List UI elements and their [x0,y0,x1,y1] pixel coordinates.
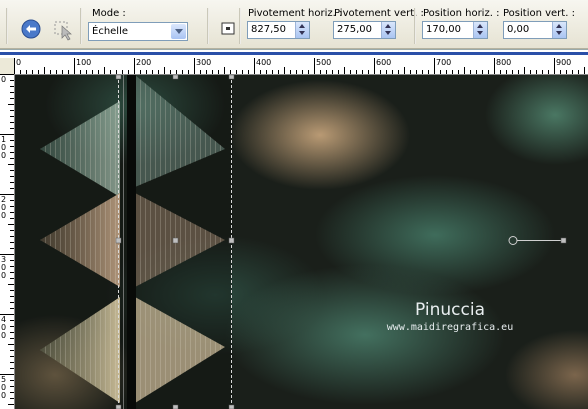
image-canvas[interactable]: Pinuccia www.maidiregrafica.eu [15,75,588,409]
ruler-v-label: 4 0 0 [1,315,7,340]
chevron-down-icon[interactable] [171,24,186,39]
ruler-h-label: 500 [316,58,332,67]
ruler-v-label: 2 0 0 [1,195,7,220]
mode-label: Mode : [92,8,126,19]
pivot-horiz-field[interactable]: 827,50 [247,21,310,39]
watermark-name: Pinuccia [415,300,485,320]
ruler-v-label: 1 0 0 [1,135,7,160]
watermark-url: www.maidiregrafica.eu [386,322,514,333]
toolbar-separator [207,8,209,44]
spinner-arrows-icon[interactable] [295,22,309,38]
position-horiz-value: 170,00 [426,24,461,35]
ruler-h-label: 0 [16,58,22,67]
position-vert-label: Position vert. : [503,8,575,19]
undo-icon [21,19,41,39]
spinner-arrows-icon[interactable] [552,22,566,38]
vertical-ruler[interactable]: 0 1 0 0 2 0 0 3 0 0 4 0 0 5 0 0 [0,74,15,409]
toolbar: Mode : Échelle Pivotement horiz. : 827,5… [0,0,588,49]
position-horiz-label: Position horiz. : [423,8,500,19]
ruler-h-label: 200 [136,58,152,67]
ruler-h-label: 300 [196,58,212,67]
ruler-h-label: 800 [496,58,512,67]
reset-button[interactable] [17,14,45,42]
vertical-ruler-ticks [0,74,14,405]
select-tool-button[interactable] [48,14,76,42]
position-vert-value: 0,00 [507,24,530,35]
spinner-arrows-icon[interactable] [473,22,487,38]
ruler-corner [0,58,14,74]
pivot-vert-label: Pivotement vert. : [334,8,424,19]
toolbar-separator [239,8,241,44]
ruler-v-label: 5 0 0 [1,375,7,400]
rotation-handle[interactable] [508,236,567,245]
pivot-vert-field[interactable]: 275,00 [333,21,396,39]
pointer-icon [54,21,72,41]
center-bar [127,75,136,409]
position-vert-field[interactable]: 0,00 [503,21,567,39]
pivot-horiz-label: Pivotement horiz. : [248,8,343,19]
ruler-h-label: 400 [256,58,272,67]
position-horiz-field[interactable]: 170,00 [422,21,488,39]
ruler-h-label: 700 [436,58,452,67]
pivot-icon [221,22,235,35]
ruler-h-label: 900 [556,58,572,67]
ruler-v-label: 3 0 0 [1,255,7,280]
ruler-v-label: 0 [1,75,7,84]
deform-layer [15,75,567,409]
toolbar-separator [414,8,416,44]
ruler-h-label: 600 [376,58,392,67]
pivot-vert-value: 275,00 [337,24,372,35]
spinner-arrows-icon[interactable] [381,22,395,38]
toolbar-separator [6,8,8,44]
mode-value: Échelle [92,26,129,37]
pivot-horiz-value: 827,50 [251,24,286,35]
toolbar-separator [80,8,82,44]
pivot-button[interactable] [214,14,242,42]
mode-select[interactable]: Échelle [88,22,188,41]
ruler-h-label: 100 [76,58,92,67]
watermark: Pinuccia www.maidiregrafica.eu [380,300,520,333]
horizontal-ruler[interactable]: 0 100 200 300 400 500 600 700 800 900 [14,58,588,75]
